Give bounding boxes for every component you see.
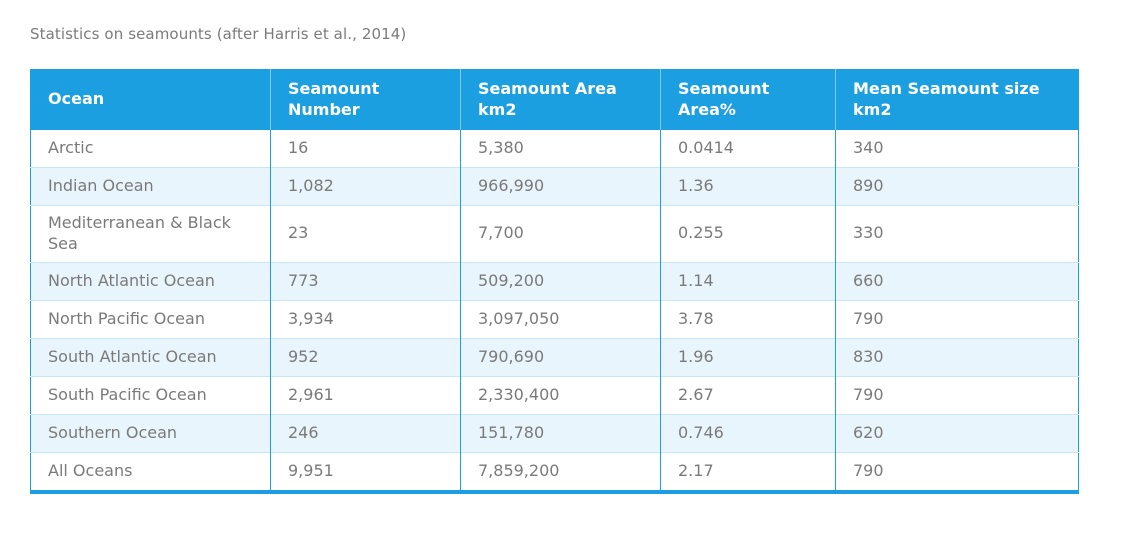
value-cell-mean-seamount-size-km2: 890 [836,168,1079,206]
table-row-all-oceans: All Oceans9,9517,859,2002.17790 [31,452,1079,492]
value-cell-seamount-area-km2: 5,380 [461,130,661,168]
value-cell-seamount-number: 1,082 [271,168,461,206]
value-cell-seamount-area-km2: 3,097,050 [461,300,661,338]
column-header-seamount-area-km2: Seamount Areakm2 [461,69,661,130]
table-row-southern-ocean: Southern Ocean246151,7800.746620 [31,414,1079,452]
ocean-name-cell: North Atlantic Ocean [31,262,271,300]
value-cell-seamount-area: 0.746 [661,414,836,452]
value-cell-seamount-area: 1.36 [661,168,836,206]
value-cell-seamount-area: 3.78 [661,300,836,338]
table-row-arctic: Arctic165,3800.0414340 [31,130,1079,168]
value-cell-seamount-area-km2: 7,700 [461,206,661,263]
value-cell-seamount-area-km2: 151,780 [461,414,661,452]
table-row-indian-ocean: Indian Ocean1,082966,9901.36890 [31,168,1079,206]
ocean-name-cell: Southern Ocean [31,414,271,452]
table-row-north-atlantic-ocean: North Atlantic Ocean773509,2001.14660 [31,262,1079,300]
column-header-ocean: Ocean [31,69,271,130]
value-cell-seamount-area: 1.96 [661,338,836,376]
value-cell-seamount-area: 2.17 [661,452,836,492]
value-cell-seamount-area-km2: 7,859,200 [461,452,661,492]
ocean-name-cell: All Oceans [31,452,271,492]
table-header: OceanSeamountNumberSeamount Areakm2Seamo… [31,69,1079,130]
ocean-name-cell: Arctic [31,130,271,168]
value-cell-mean-seamount-size-km2: 790 [836,300,1079,338]
page-title: Statistics on seamounts (after Harris et… [30,25,1097,43]
value-cell-seamount-number: 773 [271,262,461,300]
table-row-mediterranean-black-sea: Mediterranean & Black Sea237,7000.255330 [31,206,1079,263]
ocean-name-cell: Mediterranean & Black Sea [31,206,271,263]
table-body: Arctic165,3800.0414340Indian Ocean1,0829… [31,130,1079,492]
value-cell-seamount-number: 23 [271,206,461,263]
value-cell-seamount-area-km2: 790,690 [461,338,661,376]
value-cell-seamount-area: 0.255 [661,206,836,263]
column-header-seamount-number: SeamountNumber [271,69,461,130]
value-cell-seamount-area-km2: 509,200 [461,262,661,300]
ocean-name-cell: North Pacific Ocean [31,300,271,338]
value-cell-mean-seamount-size-km2: 830 [836,338,1079,376]
value-cell-mean-seamount-size-km2: 330 [836,206,1079,263]
value-cell-mean-seamount-size-km2: 660 [836,262,1079,300]
value-cell-mean-seamount-size-km2: 790 [836,376,1079,414]
value-cell-seamount-number: 2,961 [271,376,461,414]
value-cell-mean-seamount-size-km2: 340 [836,130,1079,168]
value-cell-seamount-number: 16 [271,130,461,168]
page: Statistics on seamounts (after Harris et… [0,0,1127,545]
value-cell-seamount-area: 1.14 [661,262,836,300]
table-header-row: OceanSeamountNumberSeamount Areakm2Seamo… [31,69,1079,130]
value-cell-seamount-number: 9,951 [271,452,461,492]
column-header-seamount-area: SeamountArea% [661,69,836,130]
ocean-name-cell: South Pacific Ocean [31,376,271,414]
table-row-south-pacific-ocean: South Pacific Ocean2,9612,330,4002.67790 [31,376,1079,414]
table-row-north-pacific-ocean: North Pacific Ocean3,9343,097,0503.78790 [31,300,1079,338]
ocean-name-cell: South Atlantic Ocean [31,338,271,376]
value-cell-seamount-number: 3,934 [271,300,461,338]
value-cell-seamount-area: 0.0414 [661,130,836,168]
ocean-name-cell: Indian Ocean [31,168,271,206]
table-row-south-atlantic-ocean: South Atlantic Ocean952790,6901.96830 [31,338,1079,376]
seamounts-table: OceanSeamountNumberSeamount Areakm2Seamo… [30,69,1079,494]
value-cell-seamount-number: 952 [271,338,461,376]
value-cell-seamount-area-km2: 966,990 [461,168,661,206]
value-cell-seamount-number: 246 [271,414,461,452]
column-header-mean-seamount-size-km2: Mean Seamount sizekm2 [836,69,1079,130]
value-cell-mean-seamount-size-km2: 790 [836,452,1079,492]
value-cell-seamount-area-km2: 2,330,400 [461,376,661,414]
value-cell-seamount-area: 2.67 [661,376,836,414]
value-cell-mean-seamount-size-km2: 620 [836,414,1079,452]
